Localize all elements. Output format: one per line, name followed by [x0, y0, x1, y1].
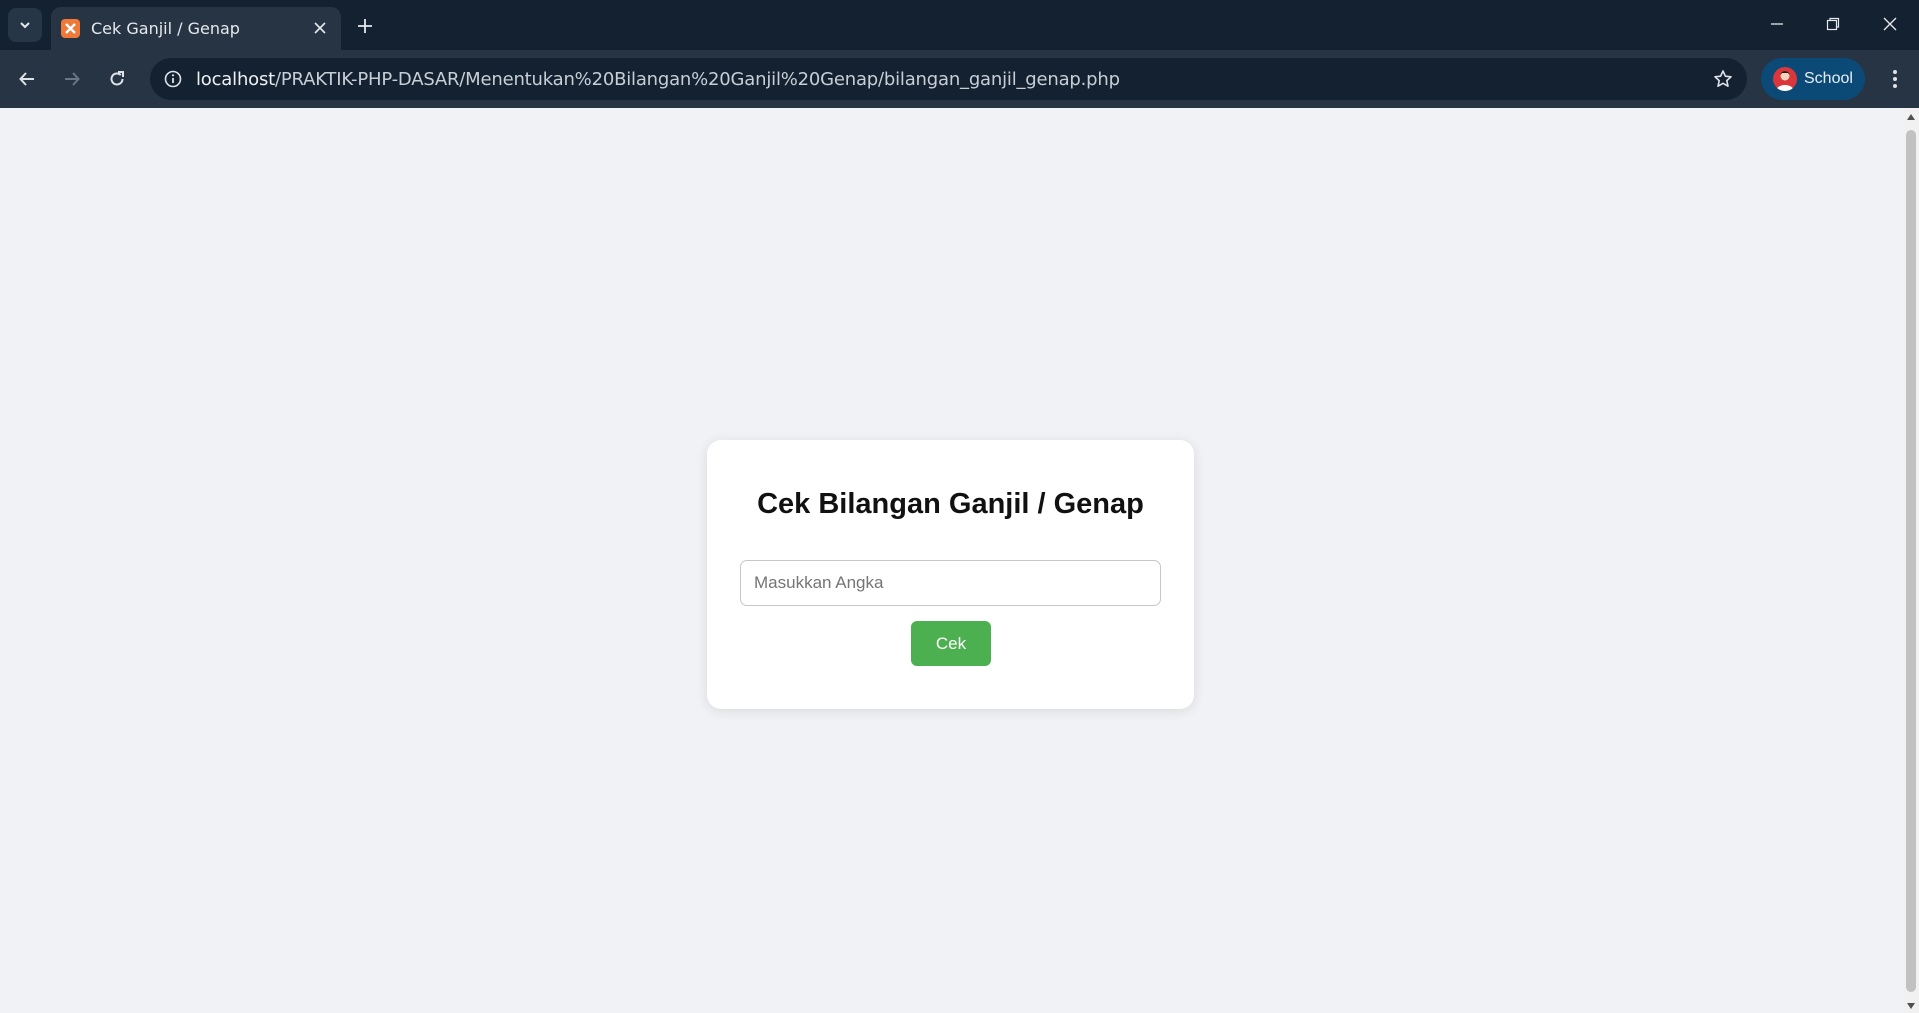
- reload-icon[interactable]: [102, 64, 132, 94]
- window-close-icon[interactable]: [1877, 11, 1903, 37]
- forward-arrow-icon[interactable]: [57, 64, 87, 94]
- scroll-thumb[interactable]: [1906, 130, 1916, 992]
- cek-button[interactable]: Cek: [911, 621, 991, 666]
- vertical-scrollbar[interactable]: [1903, 108, 1919, 1013]
- chevron-down-icon: [20, 22, 30, 29]
- profile-button[interactable]: School: [1761, 58, 1865, 100]
- scroll-down-icon[interactable]: [1906, 1001, 1916, 1011]
- minimize-icon[interactable]: [1764, 11, 1790, 37]
- restore-icon[interactable]: [1820, 11, 1846, 37]
- tab-list-button[interactable]: [8, 8, 42, 42]
- kebab-menu-icon[interactable]: [1880, 64, 1910, 94]
- profile-label: School: [1804, 70, 1853, 87]
- browser-titlebar: Cek Ganjil / Genap: [0, 0, 1919, 50]
- site-info-icon[interactable]: [160, 66, 186, 92]
- check-card: Cek Bilangan Ganjil / Genap Cek: [707, 440, 1194, 709]
- number-input[interactable]: [740, 560, 1161, 606]
- active-tab[interactable]: Cek Ganjil / Genap: [51, 7, 341, 50]
- new-tab-plus-icon[interactable]: [352, 13, 378, 39]
- browser-toolbar: localhost/PRAKTIK-PHP-DASAR/Menentukan%2…: [0, 50, 1919, 108]
- url-host: localhost: [196, 69, 275, 90]
- tab-title: Cek Ganjil / Genap: [91, 19, 240, 38]
- tab-close-icon[interactable]: [311, 19, 329, 37]
- scroll-up-icon[interactable]: [1906, 112, 1916, 122]
- url-path: /PRAKTIK-PHP-DASAR/Menentukan%20Bilangan…: [275, 69, 1120, 90]
- address-bar[interactable]: localhost/PRAKTIK-PHP-DASAR/Menentukan%2…: [150, 58, 1747, 100]
- page-title: Cek Bilangan Ganjil / Genap: [757, 488, 1144, 520]
- page-viewport: Cek Bilangan Ganjil / Genap Cek: [0, 108, 1903, 1013]
- xampp-favicon-icon: [61, 19, 80, 38]
- avatar-icon: [1773, 67, 1797, 91]
- url-text[interactable]: localhost/PRAKTIK-PHP-DASAR/Menentukan%2…: [196, 69, 1120, 90]
- star-icon[interactable]: [1711, 67, 1735, 91]
- back-arrow-icon[interactable]: [12, 64, 42, 94]
